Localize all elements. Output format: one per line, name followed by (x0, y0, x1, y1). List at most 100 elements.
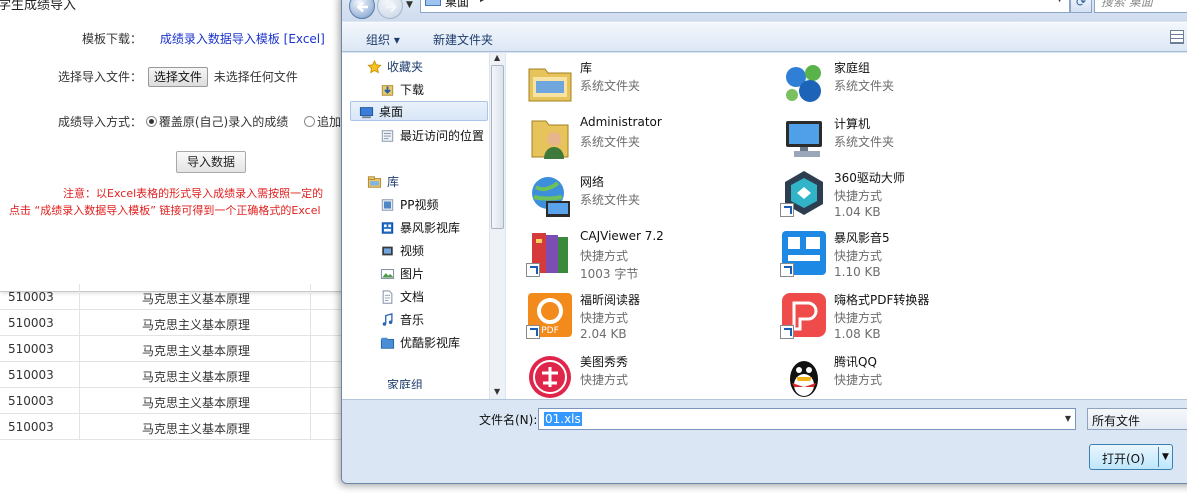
file-type: 快捷方式 (834, 249, 883, 263)
nav-desktop[interactable]: 桌面 (350, 101, 488, 121)
nav-favorites-label: 收藏夹 (387, 60, 424, 74)
file-name: 腾讯QQ (834, 355, 877, 369)
refresh-button[interactable]: ⟳ (1070, 0, 1092, 13)
file-item[interactable]: 计算机 系统文件夹 (780, 115, 1020, 171)
file-item[interactable]: 360驱动大师 快捷方式 1.04 KB (780, 169, 1020, 225)
shortcut-overlay-icon (780, 325, 794, 339)
file-name: 嗨格式PDF转换器 (834, 293, 930, 307)
append-label: 追加导 (317, 115, 342, 129)
file-item[interactable]: CAJViewer 7.2 快捷方式 1003 字节 (526, 229, 766, 285)
no-file-text: 未选择任何文件 (213, 70, 298, 84)
navigation-pane: 收藏夹 下载 桌面 最近访问的位置 库 PP视频 暴风影视库 视频 图片 文档 … (342, 53, 505, 399)
organize-button[interactable]: 组织 ▾ (366, 31, 400, 48)
note-line-1: 注意：以Excel表格的形式导入成绩录入需按照一定的 (63, 187, 324, 200)
filename-dropdown-icon[interactable]: ▼ (1065, 414, 1071, 423)
nav-music[interactable]: 音乐 (382, 310, 424, 330)
meitu-icon (529, 356, 571, 398)
nav-scrollbar[interactable]: ▲ ▼ (489, 53, 505, 399)
template-download-link[interactable]: 成绩录入数据导入模板 [Excel] (160, 32, 325, 46)
nav-youku-library-label: 优酷影视库 (400, 336, 461, 350)
file-item[interactable]: PDF 福昕阅读器 快捷方式 2.04 KB (526, 291, 766, 347)
mode-row: 成绩导入方式： 覆盖原(自己)录入的成绩 追加导 (58, 113, 342, 130)
file-type-filter-value: 所有文件 (1092, 414, 1141, 428)
nav-baofeng-library-label: 暴风影视库 (400, 221, 461, 235)
nav-homegroup[interactable]: 家庭组 (387, 375, 423, 389)
course-name: 马克思主义基本原理 (142, 370, 251, 384)
change-view-icon[interactable] (1170, 30, 1184, 44)
shortcut-overlay-icon (780, 203, 794, 217)
scroll-up-icon[interactable]: ▲ (494, 53, 500, 62)
network-icon (532, 177, 570, 217)
course-name: 马克思主义基本原理 (142, 344, 251, 358)
forward-arrow-icon (386, 1, 398, 13)
nav-pp-video-label: PP视频 (400, 198, 439, 212)
file-item[interactable]: 网络 系统文件夹 (526, 173, 766, 229)
file-item[interactable]: 嗨格式PDF转换器 快捷方式 1.08 KB (780, 291, 1020, 347)
address-row: ▼ 桌面 ▶ ▼ ⟳ 搜索 桌面 (342, 0, 1187, 21)
nav-documents-label: 文档 (400, 290, 425, 304)
downloads-icon (381, 85, 394, 96)
file-name: 计算机 (834, 117, 871, 131)
file-item[interactable]: 库 系统文件夹 (526, 59, 766, 115)
file-open-dialog: ▼ 桌面 ▶ ▼ ⟳ 搜索 桌面 组织 ▾ 新建文件夹 收藏夹 下载 桌面 (341, 0, 1187, 484)
recent-places-icon (381, 130, 394, 142)
course-code: 510003 (8, 342, 54, 356)
nav-desktop-label: 桌面 (379, 105, 404, 119)
recent-pages-dropdown-icon[interactable]: ▼ (406, 0, 413, 10)
choose-file-button[interactable]: 选择文件 (147, 67, 208, 87)
qq-icon (790, 361, 818, 397)
overwrite-radio[interactable] (145, 116, 157, 127)
table-row: 510003 马克思主义基本原理 (0, 414, 342, 440)
breadcrumb-arrow-icon[interactable]: ▶ (480, 0, 487, 4)
nav-libraries[interactable]: 库 (367, 172, 399, 192)
nav-scroll-thumb[interactable] (491, 65, 504, 229)
nav-recent-label: 最近访问的位置 (400, 129, 485, 143)
mode-label: 成绩导入方式： (58, 115, 143, 129)
nav-videos[interactable]: 视频 (382, 241, 425, 261)
videos-icon (382, 246, 393, 256)
file-size: 1003 字节 (580, 267, 639, 281)
new-folder-button[interactable]: 新建文件夹 (433, 31, 493, 48)
append-radio[interactable] (304, 116, 316, 127)
star-icon (367, 60, 382, 74)
file-name: 暴风影音5 (834, 231, 890, 245)
nav-recent-places[interactable]: 最近访问的位置 (381, 126, 485, 146)
nav-homegroup-label: 家庭组 (387, 378, 424, 389)
file-type: 系统文件夹 (580, 79, 641, 93)
open-button[interactable]: 打开(O) ▼ (1089, 444, 1173, 470)
nav-videos-label: 视频 (400, 244, 425, 258)
nav-youku-library[interactable]: 优酷影视库 (380, 333, 461, 353)
file-name: 360驱动大师 (834, 171, 905, 185)
import-data-button[interactable]: 导入数据 (176, 151, 246, 173)
open-button-label: 打开(O) (1102, 452, 1145, 466)
open-dropdown-icon[interactable]: ▼ (1162, 452, 1169, 462)
nav-pictures[interactable]: 图片 (380, 264, 424, 284)
nav-documents[interactable]: 文档 (382, 287, 425, 307)
nav-baofeng-library[interactable]: 暴风影视库 (381, 218, 461, 238)
nav-pp-video[interactable]: PP视频 (381, 195, 439, 215)
address-dropdown-icon[interactable]: ▼ (1056, 0, 1063, 4)
file-label: 选择导入文件： (58, 70, 143, 84)
file-type: 系统文件夹 (580, 193, 641, 207)
scroll-down-icon[interactable]: ▼ (494, 387, 500, 396)
address-bar[interactable]: 桌面 ▶ ▼ (420, 0, 1070, 13)
note-line-2: 点击 “成绩录入数据导入模板” 链接可得到一个正确格式的Excel (9, 204, 321, 217)
file-item[interactable]: 家庭组 系统文件夹 (780, 59, 1020, 115)
shortcut-overlay-icon (526, 325, 540, 339)
template-row: 模板下载： 成绩录入数据导入模板 [Excel] (82, 30, 325, 47)
file-item[interactable]: 暴风影音5 快捷方式 1.10 KB (780, 229, 1020, 285)
youku-library-icon (380, 337, 395, 349)
back-button[interactable] (349, 0, 375, 19)
nav-downloads[interactable]: 下载 (381, 80, 424, 100)
dialog-footer: 文件名(N): 01.xls ▼ 所有文件 打开(O) ▼ (342, 399, 1187, 483)
command-bar: 组织 ▾ 新建文件夹 (342, 22, 1187, 52)
search-input[interactable]: 搜索 桌面 (1094, 0, 1187, 13)
music-icon (382, 313, 393, 326)
file-item[interactable]: Administrator 系统文件夹 (526, 115, 766, 171)
baofeng-library-icon (381, 222, 394, 234)
nav-favorites[interactable]: 收藏夹 (367, 57, 424, 77)
template-label: 模板下载： (82, 32, 143, 46)
filename-input[interactable]: 01.xls ▼ (538, 408, 1076, 430)
file-type-filter[interactable]: 所有文件 (1087, 408, 1187, 430)
forward-button[interactable] (377, 0, 403, 19)
